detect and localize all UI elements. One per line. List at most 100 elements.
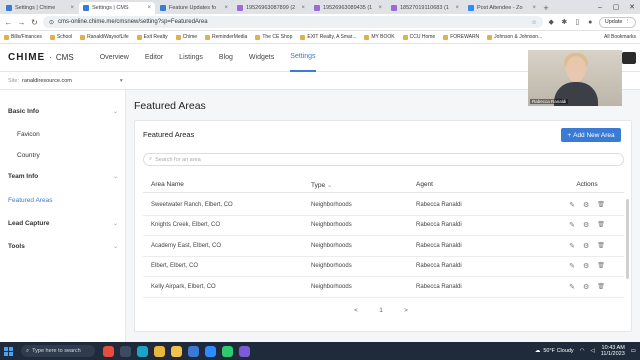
bookmark-item[interactable]: Bills/Finances bbox=[4, 34, 42, 40]
bookmark-item[interactable]: FOREWARN bbox=[443, 34, 479, 40]
minimize-icon[interactable]: – bbox=[592, 0, 608, 14]
bookmark-icon bbox=[255, 34, 261, 40]
extension-icon[interactable]: ◆ bbox=[547, 18, 556, 27]
gear-icon[interactable]: ⚙ bbox=[583, 201, 589, 209]
maximize-icon[interactable]: ▢ bbox=[608, 0, 624, 14]
wifi-icon[interactable]: ◠ bbox=[580, 348, 585, 354]
new-tab-icon[interactable]: + bbox=[541, 2, 551, 14]
extensions-puzzle-icon[interactable]: ✱ bbox=[560, 18, 569, 27]
sidepanel-icon[interactable]: ▯ bbox=[573, 18, 582, 27]
sidebar-item-basic-info[interactable]: Basic Info ⌄ bbox=[8, 108, 118, 115]
bookmark-item[interactable]: Johnson & Johnson... bbox=[487, 34, 542, 40]
bookmark-item[interactable]: School bbox=[49, 34, 73, 40]
column-area-name[interactable]: Area Name bbox=[143, 181, 309, 188]
page-number[interactable]: 1 bbox=[376, 308, 386, 314]
close-tab-icon[interactable]: × bbox=[147, 5, 151, 11]
video-call-overlay[interactable]: Rabecca Ranaldi bbox=[528, 50, 622, 106]
bookmark-star-icon[interactable]: ☆ bbox=[531, 19, 536, 26]
gear-icon[interactable]: ⚙ bbox=[583, 242, 589, 250]
notification-icon[interactable]: ▭ bbox=[631, 348, 636, 354]
trash-icon[interactable]: 🗑 bbox=[597, 221, 605, 229]
edit-icon[interactable]: ✎ bbox=[569, 221, 575, 229]
browser-tab[interactable]: Settings | Chime × bbox=[2, 2, 78, 14]
browser-tab[interactable]: 19526963087899 (2 × bbox=[233, 2, 309, 14]
bookmark-item[interactable]: CCU Home bbox=[402, 34, 435, 40]
browser-tab[interactable]: Settings | CMS × bbox=[79, 2, 155, 14]
reload-icon[interactable]: ↻ bbox=[30, 18, 39, 27]
chrome-icon[interactable] bbox=[154, 345, 165, 357]
site-info-icon[interactable]: ⊙ bbox=[49, 19, 54, 26]
url-field[interactable]: ⊙ cms-online.chime.me/cmsnew/setting?sp=… bbox=[43, 16, 543, 28]
edit-icon[interactable]: ✎ bbox=[569, 242, 575, 250]
bookmark-label: School bbox=[56, 34, 73, 40]
store-icon[interactable] bbox=[188, 345, 199, 357]
nav-overview[interactable]: Overview bbox=[100, 44, 129, 72]
app-icon[interactable] bbox=[103, 345, 114, 357]
taskbar-search[interactable]: ⌕ Type here to search bbox=[21, 345, 95, 357]
browser-tab[interactable]: Feature Updates fo × bbox=[156, 2, 232, 14]
app-icon[interactable] bbox=[222, 345, 233, 357]
browser-tab[interactable]: 18527019110683 (1 × bbox=[387, 2, 463, 14]
gear-icon[interactable]: ⚙ bbox=[583, 283, 589, 291]
close-tab-icon[interactable]: × bbox=[378, 5, 382, 11]
column-type[interactable]: Type ⌄ bbox=[309, 181, 414, 189]
close-tab-icon[interactable]: × bbox=[70, 5, 74, 11]
camera-thumbnail[interactable] bbox=[622, 52, 636, 64]
trash-icon[interactable]: 🗑 bbox=[597, 262, 605, 270]
browser-tab[interactable]: Post Attendee - Zo × bbox=[464, 2, 540, 14]
sidebar-item-lead-capture[interactable]: Lead Capture ⌄ bbox=[8, 220, 118, 227]
areas-table-body: Sweetwater Ranch, Elbert, CO Neighborhood… bbox=[143, 195, 624, 298]
add-new-area-button[interactable]: + Add New Area bbox=[561, 128, 621, 142]
bookmark-item[interactable]: RanaldiWaysofLife bbox=[80, 34, 129, 40]
edit-icon[interactable]: ✎ bbox=[569, 201, 575, 209]
volume-icon[interactable]: ◁ bbox=[591, 348, 595, 354]
sidebar-item-team-info[interactable]: Team Info ⌄ bbox=[8, 173, 118, 180]
sidebar-item-country[interactable]: Country bbox=[17, 152, 117, 159]
trash-icon[interactable]: 🗑 bbox=[597, 283, 605, 291]
sidebar-item-favicon[interactable]: Favicon bbox=[17, 131, 117, 138]
bookmark-item[interactable]: The CE Shop bbox=[255, 34, 292, 40]
close-icon[interactable]: ✕ bbox=[624, 0, 640, 14]
nav-blog[interactable]: Blog bbox=[219, 44, 233, 72]
bookmark-item[interactable]: Exit Realty bbox=[136, 34, 168, 40]
prev-page-button[interactable]: < bbox=[351, 308, 361, 314]
sidebar-item-featured-areas[interactable]: Featured Areas bbox=[8, 197, 118, 204]
area-search-input[interactable]: ⌕ Search for an area bbox=[143, 153, 624, 166]
all-bookmarks-link[interactable]: All Bookmarks bbox=[604, 34, 636, 40]
edit-icon[interactable]: ✎ bbox=[569, 283, 575, 291]
forward-icon[interactable]: → bbox=[17, 18, 26, 27]
nav-editor[interactable]: Editor bbox=[145, 44, 163, 72]
gear-icon[interactable]: ⚙ bbox=[583, 221, 589, 229]
file-explorer-icon[interactable] bbox=[171, 345, 182, 357]
next-page-button[interactable]: > bbox=[401, 308, 411, 314]
edge-icon[interactable] bbox=[137, 345, 148, 357]
trash-icon[interactable]: 🗑 bbox=[597, 242, 605, 250]
bookmark-item[interactable]: EXIT Realty, A Smar... bbox=[300, 34, 356, 40]
close-tab-icon[interactable]: × bbox=[455, 5, 459, 11]
table-scrollbar[interactable] bbox=[626, 199, 629, 279]
close-tab-icon[interactable]: × bbox=[301, 5, 305, 11]
nav-settings[interactable]: Settings bbox=[290, 44, 316, 72]
nav-widgets[interactable]: Widgets bbox=[249, 44, 274, 72]
bookmark-item[interactable]: MY BOOK bbox=[364, 34, 395, 40]
nav-listings[interactable]: Listings bbox=[179, 44, 203, 72]
task-view-icon[interactable] bbox=[120, 345, 131, 357]
close-tab-icon[interactable]: × bbox=[224, 5, 228, 11]
bookmark-item[interactable]: Chime bbox=[175, 34, 197, 40]
weather-widget[interactable]: ☁ 50°F Cloudy bbox=[535, 348, 574, 354]
clock[interactable]: 10:43 AM 11/1/2023 bbox=[601, 345, 625, 357]
app-icon[interactable] bbox=[239, 345, 250, 357]
profile-avatar-icon[interactable]: ● bbox=[586, 18, 595, 27]
zoom-icon[interactable] bbox=[205, 345, 216, 357]
windows-start-icon[interactable] bbox=[4, 346, 13, 356]
gear-icon[interactable]: ⚙ bbox=[583, 262, 589, 270]
type-cell: Neighborhoods bbox=[311, 222, 352, 229]
back-icon[interactable]: ← bbox=[4, 18, 13, 27]
browser-tab[interactable]: 19526963089435 (1 × bbox=[310, 2, 386, 14]
update-button[interactable]: Update ⋮ bbox=[598, 16, 636, 28]
trash-icon[interactable]: 🗑 bbox=[597, 201, 605, 209]
bookmark-item[interactable]: ReminderMedia bbox=[205, 34, 247, 40]
sidebar-item-tools[interactable]: Tools ⌄ bbox=[8, 243, 118, 250]
edit-icon[interactable]: ✎ bbox=[569, 262, 575, 270]
close-tab-icon[interactable]: × bbox=[532, 5, 536, 11]
